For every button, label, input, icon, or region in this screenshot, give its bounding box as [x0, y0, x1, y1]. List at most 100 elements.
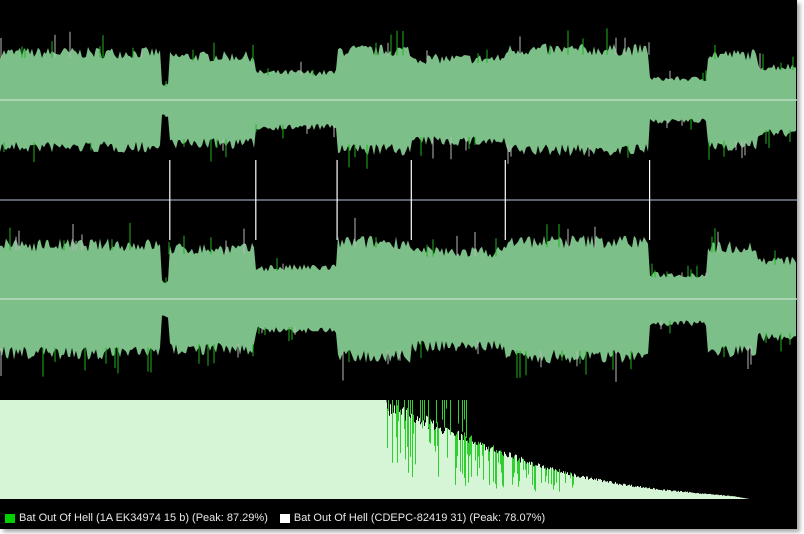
spectrum-bar — [585, 479, 586, 499]
spectrum-bar-peak — [436, 400, 437, 424]
spectrum-bar — [597, 480, 598, 499]
spectrum-bar — [663, 489, 664, 499]
spectrum-bar — [680, 491, 681, 499]
spectrum-bar — [735, 496, 736, 499]
spectrum-bar — [555, 469, 556, 499]
spectrum-bar-peak — [465, 436, 466, 486]
spectrum-bar-peak — [532, 462, 533, 485]
spectrum-bar — [485, 450, 486, 499]
spectrum-bar — [626, 485, 627, 499]
spectrum-bar-peak — [397, 405, 398, 463]
spectrum-bar — [737, 497, 738, 499]
spectrum-bar — [403, 407, 404, 499]
spectrum-bar — [652, 489, 653, 499]
spectrum-bar — [648, 488, 649, 499]
spectrum-bar-peak — [387, 408, 388, 448]
spectrum-bar — [607, 481, 608, 499]
spectrum-bar-peak — [493, 445, 494, 482]
spectrum-bar — [409, 416, 410, 499]
spectrum-bar-peak — [535, 465, 536, 492]
spectrum-bar — [674, 490, 675, 499]
spectrum-bar — [741, 497, 742, 499]
spectrum-bar — [509, 452, 510, 499]
spectrum-bar — [598, 478, 599, 499]
spectrum-bar — [566, 473, 567, 499]
spectrum-bar — [633, 486, 634, 499]
spectrum-bar — [677, 491, 678, 499]
spectrum-bar-peak — [573, 476, 574, 485]
spectrum-bar — [644, 487, 645, 499]
spectrum-bar — [632, 486, 633, 499]
spectrum-bar — [592, 479, 593, 499]
spectrum-bar — [449, 430, 450, 499]
spectrum-bar-peak — [413, 414, 414, 434]
spectrum-bar-peak — [518, 459, 519, 487]
spectrum-bar — [543, 465, 544, 499]
spectrum-bar — [466, 441, 467, 499]
spectrum-bar — [593, 480, 594, 499]
spectrum-bar — [441, 431, 442, 499]
legend-swatch-white — [279, 513, 290, 523]
spectrum-bar-peak — [456, 434, 457, 468]
spectrum-bar — [569, 475, 570, 499]
spectrum-bar-peak — [410, 400, 411, 415]
spectrum-bar — [707, 494, 708, 499]
spectrum-bar — [702, 493, 703, 499]
spectrum-bar — [416, 419, 417, 499]
spectrum-bar — [579, 477, 580, 499]
spectrum-bar — [414, 422, 415, 499]
spectrum-bar-peak — [556, 470, 557, 483]
spectrum-bar — [594, 478, 595, 499]
spectrum-bar — [484, 444, 485, 499]
spectrum-bar — [564, 473, 565, 499]
spectrum-bar — [458, 430, 459, 499]
spectrum-bar-peak — [464, 432, 465, 478]
spectrum-bar — [640, 486, 641, 499]
spectrum-bar-peak — [410, 418, 411, 457]
spectrum-bar — [595, 479, 596, 499]
spectrum-bar — [733, 496, 734, 499]
spectrum-bar — [560, 472, 561, 499]
spectrum-bar-peak — [455, 435, 456, 485]
spectrum-bar — [605, 481, 606, 499]
spectrum-bar — [445, 427, 446, 499]
spectrum-bar — [571, 473, 572, 499]
spectrum-bar — [481, 444, 482, 499]
spectrum-bar — [474, 442, 475, 499]
spectrum-bar — [740, 497, 741, 499]
spectrum-bar — [504, 451, 505, 499]
spectrum-bar — [439, 428, 440, 499]
spectrum-bar — [728, 495, 729, 499]
spectrum-bar — [679, 492, 680, 499]
spectrum-bar — [745, 498, 746, 499]
spectrum-bar-peak — [517, 461, 518, 474]
spectrum-bar — [727, 495, 728, 499]
spectrum-bar — [700, 493, 701, 499]
spectrum-bar-peak — [442, 400, 443, 420]
spectrum-bar — [578, 476, 579, 499]
spectrum-bar — [629, 484, 630, 499]
spectrum-bar — [637, 486, 638, 499]
spectrum-bar-peak — [444, 400, 445, 428]
spectrum-bar — [424, 425, 425, 499]
spectrum-bar — [610, 481, 611, 499]
spectrum-bar — [421, 422, 422, 499]
spectrum-bar — [706, 493, 707, 499]
spectrum-bar-peak — [420, 400, 421, 422]
spectrum-bar — [604, 480, 605, 499]
spectrum-bar — [499, 450, 500, 499]
spectrum-bar — [738, 496, 739, 499]
spectrum-bar — [567, 472, 568, 499]
spectrum-bar — [582, 476, 583, 499]
spectrum-bar-peak — [438, 428, 439, 477]
spectrum-bar — [401, 414, 402, 499]
spectrum-bar-peak — [462, 400, 463, 432]
spectrum-bar-peak — [422, 400, 423, 429]
spectrum-bar — [672, 491, 673, 499]
spectrum-bar — [718, 494, 719, 499]
spectrum-bar-peak — [548, 468, 549, 484]
spectrum-bar — [596, 478, 597, 499]
spectrum-bar — [443, 433, 444, 499]
spectrum-bar-peak — [470, 436, 471, 455]
spectrum-bar-peak — [572, 476, 573, 488]
